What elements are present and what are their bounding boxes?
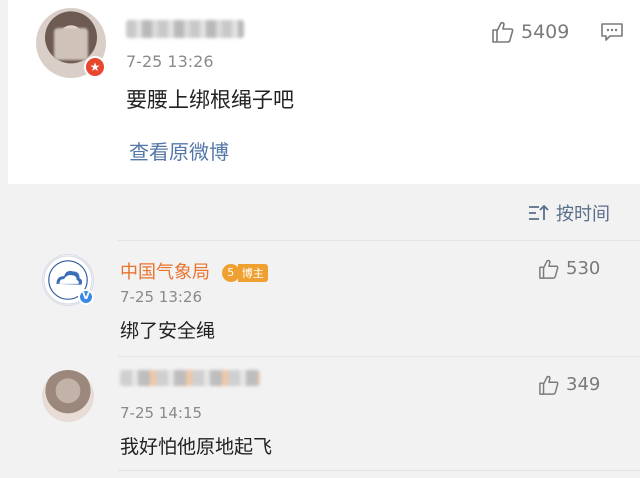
blogger-badge: 5 博主 — [221, 264, 268, 282]
divider — [118, 356, 640, 357]
reply-timestamp: 7-25 14:15 — [120, 404, 203, 422]
like-button[interactable]: 530 — [538, 258, 600, 279]
comment-text: 要腰上绑根绳子吧 — [126, 88, 294, 112]
thumbs-up-icon — [539, 375, 559, 395]
sort-by-time-button[interactable]: 按时间 — [528, 200, 610, 226]
reply-username-text: 中国气象局 — [120, 262, 210, 283]
username-blurred[interactable] — [120, 370, 260, 386]
comment-timestamp: 7-25 13:26 — [126, 52, 214, 71]
comment-icon[interactable] — [600, 22, 624, 42]
reply-item: 7-25 14:15 我好怕他原地起飞 349 — [0, 356, 640, 472]
vip-icon: ★ — [84, 56, 106, 78]
reply-text: 绑了安全绳 — [120, 320, 216, 342]
thumbs-up-icon — [539, 259, 559, 279]
like-button[interactable]: 349 — [538, 374, 600, 395]
like-count: 349 — [566, 374, 601, 395]
like-count: 530 — [566, 258, 601, 279]
main-comment-card: ★ 7-25 13:26 要腰上绑根绳子吧 查看原微博 5409 — [8, 0, 640, 184]
sort-icon — [529, 204, 549, 220]
thumbs-up-icon — [492, 21, 514, 43]
reply-item: V 中国气象局 5 博主 7-25 13:26 绑了安全绳 530 — [0, 240, 640, 356]
reply-timestamp: 7-25 13:26 — [120, 288, 203, 306]
divider — [118, 240, 640, 241]
like-button[interactable]: 5409 — [491, 21, 569, 43]
sort-label: 按时间 — [556, 204, 610, 225]
avatar[interactable] — [42, 370, 94, 422]
username-blurred[interactable] — [126, 20, 244, 38]
verified-icon: V — [78, 289, 94, 305]
reply-text: 我好怕他原地起飞 — [120, 436, 273, 458]
blogger-badge-label: 博主 — [237, 264, 268, 282]
reply-username[interactable]: 中国气象局 5 博主 — [120, 258, 268, 284]
divider — [118, 470, 640, 471]
like-count: 5409 — [521, 21, 570, 43]
view-original-link[interactable]: 查看原微博 — [129, 136, 229, 165]
